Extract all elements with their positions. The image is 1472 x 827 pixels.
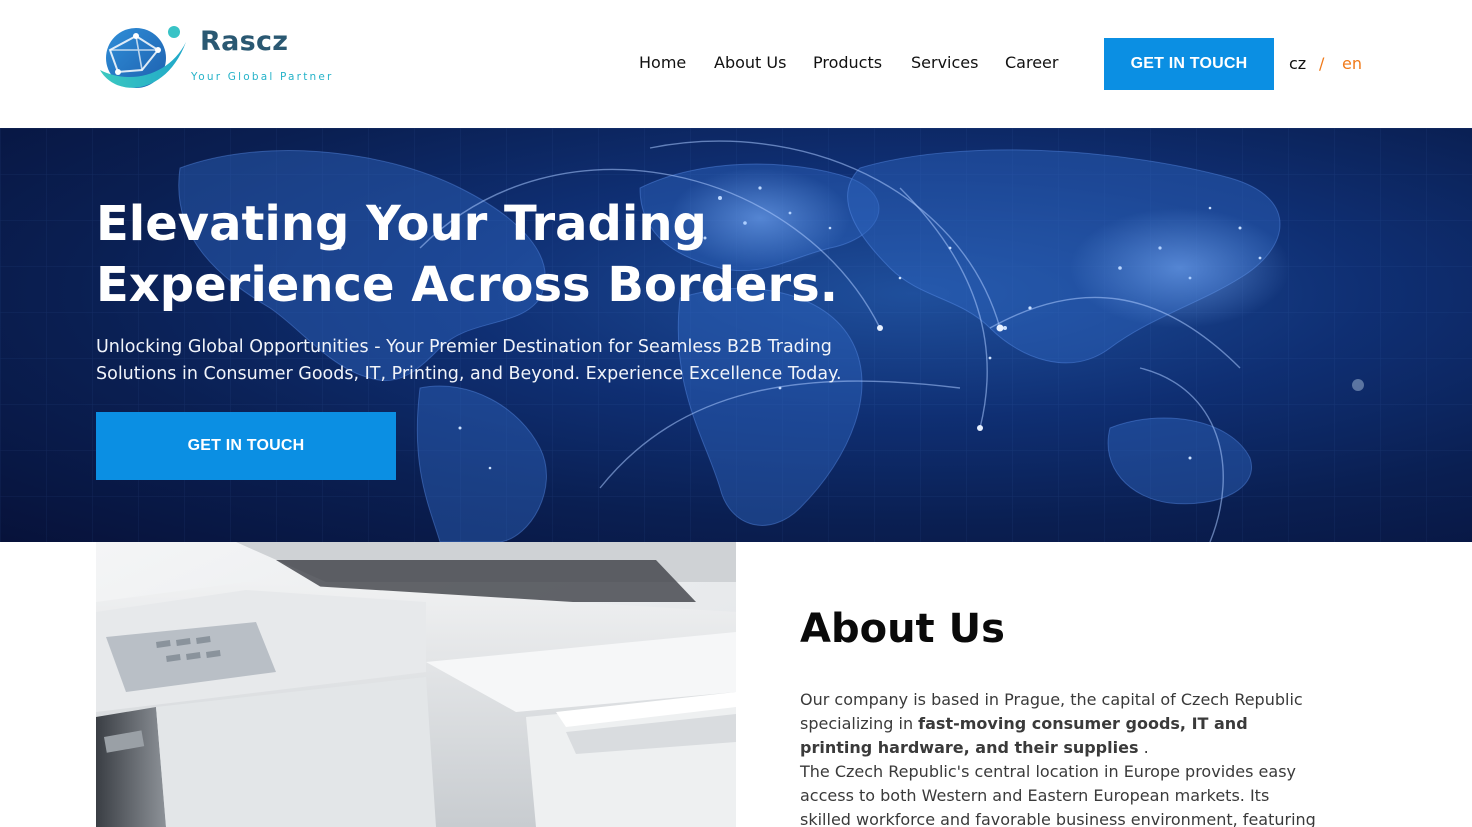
globe-logo-icon bbox=[100, 26, 186, 88]
site-header: Rascz Your Global Partner Home About Us … bbox=[0, 0, 1472, 128]
nav-item-about-us[interactable]: About Us bbox=[714, 53, 786, 72]
logo[interactable]: Rascz Your Global Partner bbox=[96, 20, 346, 100]
about-p1-end: . bbox=[1138, 738, 1149, 757]
hero-subtitle-line-2: Solutions in Consumer Goods, IT, Printin… bbox=[96, 364, 842, 384]
language-en-link[interactable]: en bbox=[1342, 54, 1362, 73]
about-title: About Us bbox=[800, 606, 1005, 652]
hero-subtitle-line-1: Unlocking Global Opportunities - Your Pr… bbox=[96, 337, 832, 357]
language-cz-link[interactable]: cz bbox=[1289, 54, 1306, 73]
nav-item-services[interactable]: Services bbox=[911, 53, 978, 72]
hero-subtitle: Unlocking Global Opportunities - Your Pr… bbox=[96, 334, 856, 388]
about-text: Our company is based in Prague, the capi… bbox=[800, 688, 1320, 827]
nav-item-products[interactable]: Products bbox=[813, 53, 882, 72]
printer-photo bbox=[96, 542, 736, 827]
nav-item-home[interactable]: Home bbox=[639, 53, 686, 72]
hero-title-line-2: Experience Across Borders. bbox=[96, 257, 838, 313]
language-separator: / bbox=[1319, 54, 1325, 73]
hero-get-in-touch-button[interactable]: GET IN TOUCH bbox=[96, 412, 396, 480]
about-paragraph-2: The Czech Republic's central location in… bbox=[800, 762, 1316, 827]
printer-image bbox=[96, 542, 736, 827]
brand-tagline: Your Global Partner bbox=[191, 71, 334, 83]
nav-item-career[interactable]: Career bbox=[1005, 53, 1058, 72]
hero-title: Elevating Your Trading Experience Across… bbox=[96, 194, 856, 316]
hero-title-line-1: Elevating Your Trading bbox=[96, 196, 707, 252]
brand-name: Rascz bbox=[200, 26, 289, 57]
hero-section: Elevating Your Trading Experience Across… bbox=[0, 128, 1472, 542]
get-in-touch-button[interactable]: GET IN TOUCH bbox=[1104, 38, 1274, 90]
about-paragraph-1: Our company is based in Prague, the capi… bbox=[800, 688, 1320, 760]
